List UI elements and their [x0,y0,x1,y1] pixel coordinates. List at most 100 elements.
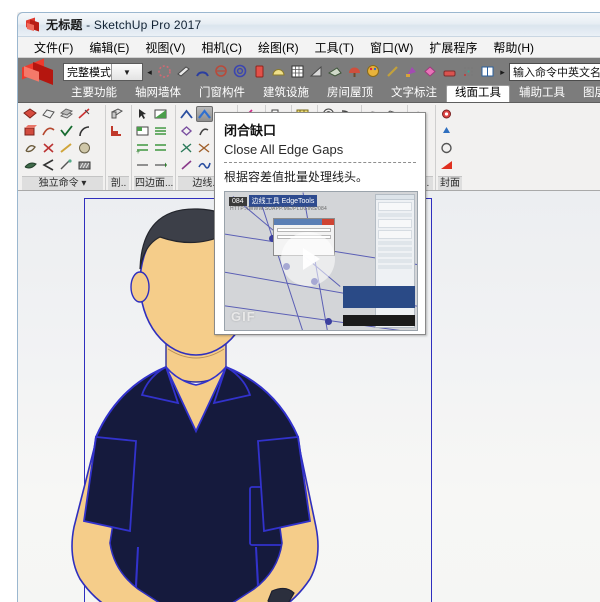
tool-icon-cut-line[interactable] [76,106,93,122]
tool-icon-edge-cross-b[interactable] [196,140,213,156]
scroll-left-icon[interactable]: ◂ [145,67,154,78]
document-name: 无标题 [46,18,83,32]
sofa-icon[interactable] [441,63,458,81]
tool-icon-stack[interactable] [58,106,75,122]
gif-watermark-bar [343,315,415,326]
tool-icon-box-red[interactable] [22,123,39,139]
grid-icon[interactable] [289,63,306,81]
ribbon-group-quadface: + 四边面... [132,105,176,190]
dots-grid-icon[interactable] [460,63,477,81]
tool-icon-ribbon[interactable] [22,140,39,156]
tool-icon-peel[interactable] [40,123,57,139]
dome-icon[interactable] [270,63,287,81]
menu-view[interactable]: 视图(V) [137,37,193,58]
tab-building-facil[interactable]: 建筑设施 [254,85,318,102]
tool-icon-edge-cross-a[interactable] [178,140,195,156]
diamond-icon[interactable] [422,63,439,81]
tool-icon-check-x[interactable] [58,123,75,139]
tool-icon-edge-diamond[interactable] [178,123,195,139]
tool-icon-pencil-line[interactable] [58,140,75,156]
tab-axis-walls[interactable]: 轴网墙体 [126,85,190,102]
menu-edit[interactable]: 编辑(E) [81,37,137,58]
circle-dashed-icon[interactable] [156,63,173,81]
tool-icon-face-red[interactable] [22,106,39,122]
toolbar-overflow-icon[interactable]: ▸ [498,67,507,78]
tab-door-window[interactable]: 门窗构件 [190,85,254,102]
tool-icon-edge-hand[interactable] [196,123,213,139]
tree-icon[interactable] [346,63,363,81]
spiral-icon[interactable] [232,63,249,81]
gif-badge-number: 084 [229,197,247,206]
tool-icon-cover-circle[interactable] [438,140,455,156]
tool-icon-leaf[interactable] [22,157,39,173]
menu-file[interactable]: 文件(F) [26,37,81,58]
tooltip-gif-preview[interactable]: 084 边线工具 EdgeTools HTTP://WWW.SUAPP.ME/P… [224,191,418,331]
tool-icon-section-corner[interactable] [108,123,125,139]
mode-selector[interactable]: 完整模式 ▼ [63,63,143,81]
menu-help[interactable]: 帮助(H) [485,37,542,58]
tool-icon-cursor-arrow[interactable] [134,106,151,122]
title-suffix: - SketchUp Pro 2017 [86,18,201,32]
page-margin-top [0,0,600,12]
menu-camera[interactable]: 相机(C) [193,37,250,58]
tool-icon-edge-soften[interactable] [178,106,195,122]
ribbon-group-label-quadface[interactable]: 四边面... [134,176,173,190]
tool-icon-quad-add-left[interactable]: + [134,140,151,156]
stairs-spiral-icon[interactable] [213,63,230,81]
tab-line-face-tools[interactable]: 线面工具 [446,85,510,102]
ribbon-group-label-standalone[interactable]: 独立命令 ▾ [22,176,103,190]
chevron-down-icon[interactable]: ▼ [111,64,142,80]
tool-icon-cover-red[interactable] [438,157,455,173]
tab-text-annotation[interactable]: 文字标注 [382,85,446,102]
tab-layer-group[interactable]: 图层群组 [574,85,600,102]
menu-tools[interactable]: 工具(T) [307,37,362,58]
sketchup-logo-icon [25,17,40,32]
tool-icon-cover-drop[interactable] [438,123,455,139]
tool-icon-quad-green[interactable] [152,106,169,122]
tool-icon-angle[interactable] [40,157,57,173]
tooltip-close-all-edge-gaps: 闭合缺口 Close All Edge Gaps 根据容差值批量处理线头。 [214,112,426,335]
roof-icon[interactable] [327,63,344,81]
tool-icon-scatter[interactable] [58,157,75,173]
tool-icon-star-x[interactable] [40,140,57,156]
tool-icon-section-cube[interactable] [108,106,125,122]
tool-icon-blank-b [108,157,125,173]
paint-icon[interactable] [403,63,420,81]
tool-icon-line-dash[interactable] [134,157,151,173]
arch-icon[interactable] [194,63,211,81]
wall-icon[interactable] [175,63,192,81]
menu-draw[interactable]: 绘图(R) [250,37,307,58]
tool-icon-line-arrow[interactable] [152,157,169,173]
tool-icon-quad-add-right[interactable] [152,140,169,156]
tool-icon-hatch[interactable] [76,157,93,173]
tool-icon-sphere-mesh[interactable] [76,140,93,156]
play-triangle-icon[interactable] [281,232,335,286]
ribbon-group-label-section[interactable]: 剖.. [108,176,129,190]
tool-icon-arc[interactable] [76,123,93,139]
tool-icon-quad-corner[interactable] [134,123,151,139]
window-insert-icon[interactable] [479,63,496,81]
tool-icon-quad[interactable] [40,106,57,122]
tool-icon-close-all-edge-gaps[interactable] [196,106,213,122]
command-search-input[interactable]: 输入命令中英文名称搜索 [509,63,600,81]
menu-extensions[interactable]: 扩展程序 [421,37,485,58]
menu-window[interactable]: 窗口(W) [362,37,421,58]
mode-selector-value: 完整模式 [67,64,111,80]
tool-icon-edge-wave[interactable] [196,157,213,173]
ramp-icon[interactable] [308,63,325,81]
pencil-icon[interactable] [384,63,401,81]
tab-room-roof[interactable]: 房间屋顶 [318,85,382,102]
column-icon[interactable] [251,63,268,81]
tool-icon-quad-lines[interactable] [152,123,169,139]
tab-helper-tools[interactable]: 辅助工具 [510,85,574,102]
tooltip-subtitle: Close All Edge Gaps [224,142,416,157]
tab-main-functions[interactable]: 主要功能 [62,85,126,102]
tool-icon-edge-slash[interactable] [178,157,195,173]
palette-icon[interactable] [365,63,382,81]
ribbon-group-section: 剖.. [106,105,132,190]
screenshot-root: 无标题 - SketchUp Pro 2017 文件(F) 编辑(E) 视图(V… [0,0,600,602]
ribbon-group-label-cover[interactable]: 封面 [438,176,462,190]
tool-icon-cover-gear[interactable] [438,106,455,122]
plugin-toolbar-row: 完整模式 ▼ ◂ [18,60,600,84]
svg-text:+: + [136,149,140,155]
